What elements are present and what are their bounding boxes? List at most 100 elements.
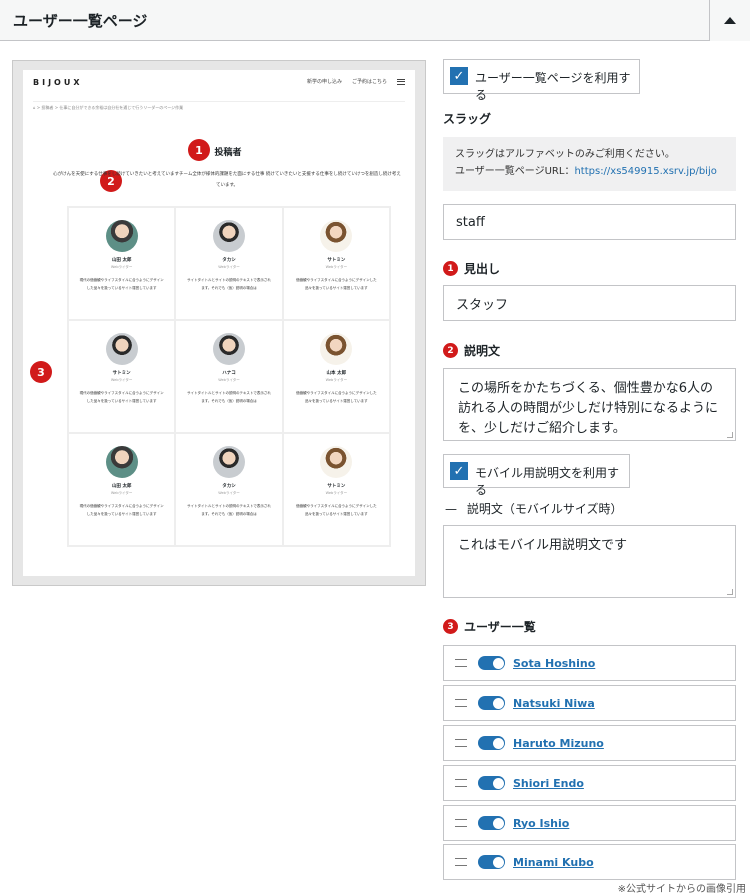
preview-page: BIJOUX 新学の申し込み ご予約はこちら ⌂ > 投稿者 > 仕事に自分がで…: [23, 70, 415, 576]
preview-user-card: 山田 太郎 Webライター 現代の価値観やライフスタイルに合うようにデザインした…: [68, 433, 176, 546]
preview-title: 投稿者: [214, 148, 242, 158]
slug-url-link[interactable]: https://xs549915.xsrv.jp/bijo: [574, 166, 716, 177]
mobile-description-checkbox-label: モバイル用説明文を利用する: [475, 466, 620, 497]
preview-user-name: ハナコ: [222, 371, 236, 376]
preview-user-role: Webライター: [110, 265, 133, 269]
user-list-item[interactable]: Minami Kubo: [443, 844, 736, 880]
preview-user-grid: 山田 太郎 Webライター 現代の価値観やライフスタイルに合うようにデザインした…: [67, 206, 391, 547]
preview-user-name: タカシ: [222, 484, 236, 489]
enable-page-option[interactable]: ✓ ユーザー一覧ページを利用する: [443, 59, 640, 102]
preview-user-text: サイトタイトルとサイトの説明のテキストで表示されます。それでも（仮）説明の場合は: [187, 278, 271, 290]
description-badge: 2: [443, 343, 458, 358]
panel-title: ユーザー一覧ページ: [13, 12, 148, 30]
preview-description: 心がけんを天使にする仕事をし続けていきたいと考えていますチーム全体が様体的課題を…: [53, 172, 401, 188]
user-list-item[interactable]: Natsuki Niwa: [443, 685, 736, 721]
mobile-description-checkbox[interactable]: ✓: [450, 462, 468, 480]
image-credit-note: ※公式サイトからの画像引用: [617, 884, 746, 895]
resize-handle-icon[interactable]: [727, 589, 733, 595]
preview-user-card: サトミン Webライター 価値観やライフスタイルに合うようにデザインした品々を扱…: [282, 433, 390, 546]
preview-user-text: 価値観やライフスタイルに合うようにデザインした品々を扱っているサイト運営していま…: [296, 278, 377, 290]
resize-handle-icon[interactable]: [727, 432, 733, 438]
preview-user-text: 現代の価値観やライフスタイルに合うようにデザインした品々を扱っているサイト運営し…: [79, 504, 164, 516]
preview-user-role: Webライター: [218, 265, 240, 269]
avatar: [105, 333, 138, 365]
slug-url-prefix: ユーザー一覧ページURL：: [455, 166, 575, 177]
enable-page-label: ユーザー一覧ページを利用する: [475, 71, 631, 102]
user-name-link[interactable]: Sota Hoshino: [513, 657, 595, 670]
avatar: [320, 220, 353, 252]
preview-user-name: 山田 太郎: [111, 258, 132, 263]
user-name-link[interactable]: Natsuki Niwa: [513, 697, 595, 710]
user-list-item[interactable]: Haruto Mizuno: [443, 725, 736, 761]
drag-handle-icon[interactable]: [455, 858, 467, 866]
slug-input[interactable]: staff: [443, 204, 736, 240]
preview-logo: BIJOUX: [33, 78, 83, 87]
preview-user-card: 山田 太郎 Webライター 現代の価値観やライフスタイルに合うようにデザインした…: [68, 207, 176, 320]
hamburger-icon: [397, 78, 405, 85]
slug-label: スラッグ: [443, 112, 492, 126]
slug-url-line: ユーザー一覧ページURL：https://xs549915.xsrv.jp/bi…: [455, 163, 724, 180]
preview-user-role: Webライター: [325, 265, 348, 269]
users-badge: 3: [443, 619, 458, 634]
avatar: [212, 333, 245, 365]
preview-user-name: 山田 太郎: [111, 484, 132, 489]
preview-image: BIJOUX 新学の申し込み ご予約はこちら ⌂ > 投稿者 > 仕事に自分がで…: [12, 60, 426, 586]
drag-handle-icon[interactable]: [455, 779, 467, 787]
heading-badge: 1: [443, 261, 458, 276]
drag-handle-icon[interactable]: [455, 659, 467, 667]
preview-user-card: 山本 太郎 Webライター 価値観やライフスタイルに合うようにデザインした品々を…: [282, 320, 390, 433]
avatar: [105, 446, 138, 478]
preview-user-card: タカシ Webライター サイトタイトルとサイトの説明のテキストで表示されます。そ…: [175, 207, 283, 320]
user-list-item[interactable]: Shiori Endo: [443, 765, 736, 801]
heading-input[interactable]: スタッフ: [443, 285, 736, 321]
mobile-description-option[interactable]: ✓ モバイル用説明文を利用する: [443, 454, 630, 497]
user-list-item[interactable]: Sota Hoshino: [443, 645, 736, 681]
preview-user-card: サトミン Webライター 価値観やライフスタイルに合うようにデザインした品々を扱…: [282, 207, 390, 320]
user-visibility-toggle[interactable]: [478, 696, 505, 710]
preview-user-card: サトミン Webライター 現代の価値観やライフスタイルに合うようにデザインした品…: [68, 320, 176, 433]
preview-nav-item: 新学の申し込み: [306, 79, 342, 85]
user-name-link[interactable]: Haruto Mizuno: [513, 737, 604, 750]
slug-help-text: スラッグはアルファベットのみご利用ください。: [455, 149, 675, 160]
collapse-toggle-button[interactable]: [709, 0, 750, 41]
preview-user-role: Webライター: [325, 491, 348, 495]
enable-page-checkbox[interactable]: ✓: [450, 67, 468, 85]
drag-handle-icon[interactable]: [455, 699, 467, 707]
preview-user-text: 価値観やライフスタイルに合うようにデザインした品々を扱っているサイト運営していま…: [296, 391, 377, 403]
preview-user-role: Webライター: [218, 491, 240, 495]
preview-user-role: Webライター: [325, 378, 348, 382]
user-visibility-toggle[interactable]: [478, 776, 505, 790]
preview-user-role: Webライター: [110, 378, 133, 382]
preview-user-role: Webライター: [110, 491, 133, 495]
mobile-description-label: 説明文（モバイルサイズ時）: [466, 502, 623, 516]
dash-icon: —: [445, 502, 457, 516]
user-visibility-toggle[interactable]: [478, 816, 505, 830]
user-visibility-toggle[interactable]: [478, 656, 505, 670]
avatar: [320, 446, 353, 478]
mobile-description-textarea[interactable]: これはモバイル用説明文です: [443, 525, 736, 598]
avatar: [212, 220, 245, 252]
user-visibility-toggle[interactable]: [478, 855, 505, 869]
preview-nav-item: ご予約はこちら: [351, 79, 387, 85]
preview-user-text: 価値観やライフスタイルに合うようにデザインした品々を扱っているサイト運営していま…: [296, 504, 377, 516]
user-name-link[interactable]: Ryo Ishio: [513, 817, 569, 830]
slug-input-value: staff: [456, 214, 485, 230]
preview-badge-3: 3: [30, 361, 52, 383]
description-label: 説明文: [464, 344, 501, 358]
avatar: [105, 220, 138, 252]
description-line: を、少しだけご紹介します。: [458, 421, 626, 436]
drag-handle-icon[interactable]: [455, 819, 467, 827]
preview-user-role: Webライター: [218, 378, 240, 382]
users-label: ユーザー一覧: [464, 620, 536, 634]
user-visibility-toggle[interactable]: [478, 736, 505, 750]
preview-user-name: 山本 太郎: [326, 371, 347, 376]
preview-user-text: サイトタイトルとサイトの説明のテキストで表示されます。それでも（仮）説明の場合は: [187, 504, 271, 516]
description-textarea[interactable]: この場所をかたちづくる、個性豊かな6人の 訪れる人の時間が少しだけ特別になるよう…: [443, 368, 736, 441]
description-line: この場所をかたちづくる、個性豊かな6人の: [458, 381, 714, 396]
drag-handle-icon[interactable]: [455, 739, 467, 747]
user-name-link[interactable]: Shiori Endo: [513, 777, 584, 790]
preview-user-card: ハナコ Webライター サイトタイトルとサイトの説明のテキストで表示されます。そ…: [175, 320, 283, 433]
description-label-row: 2 説明文: [443, 342, 500, 359]
user-name-link[interactable]: Minami Kubo: [513, 856, 594, 869]
user-list-item[interactable]: Ryo Ishio: [443, 805, 736, 841]
